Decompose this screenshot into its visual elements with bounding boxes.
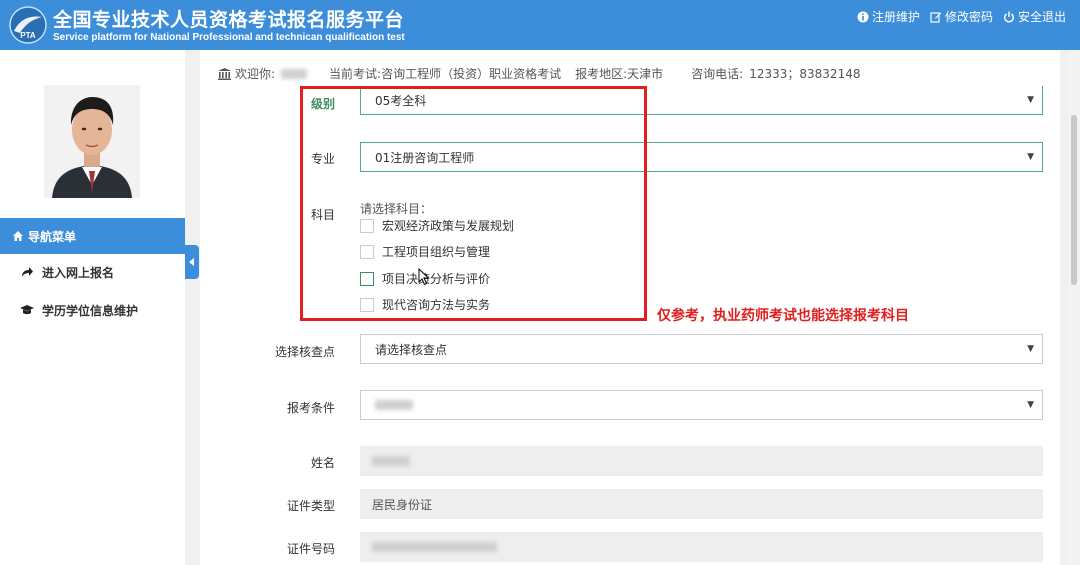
- logo-text: PTA: [20, 31, 36, 40]
- annotation-note: 仅参考，执业药师考试也能选择报考科目: [657, 308, 909, 324]
- id-type-field[interactable]: 居民身份证: [360, 489, 1043, 519]
- phone-value: 12333；83832148: [749, 67, 861, 81]
- mouse-cursor-icon: [418, 268, 430, 286]
- register-maintain-link[interactable]: 注册维护: [857, 8, 920, 25]
- power-icon: [1004, 11, 1014, 22]
- sidebar-item-label: 进入网上报名: [42, 265, 115, 280]
- username-blurred: [281, 68, 308, 79]
- chevron-left-icon: [189, 258, 194, 266]
- logout-label: 安全退出: [1017, 10, 1066, 24]
- logout-link[interactable]: 安全退出: [1003, 8, 1066, 25]
- change-password-link[interactable]: 修改密码: [930, 8, 993, 25]
- highlight-box: [300, 86, 647, 321]
- dropdown-arrow-icon: ▼: [1027, 95, 1034, 105]
- welcome-label: 欢迎你:: [235, 67, 276, 81]
- change-password-label: 修改密码: [944, 10, 993, 24]
- name-field[interactable]: [360, 446, 1043, 476]
- platform-subtitle: Service platform for National Profession…: [53, 32, 405, 43]
- bank-icon: [218, 67, 231, 80]
- current-exam-label: 当前考试:: [329, 67, 382, 81]
- page-scrollbar[interactable]: [1068, 50, 1080, 565]
- app-header: PTA 全国专业技术人员资格考试报名服务平台 Service platform …: [0, 0, 1080, 50]
- id-type-value: 居民身份证: [372, 497, 433, 512]
- phone-label: 咨询电话:: [691, 67, 744, 81]
- condition-select[interactable]: ▼: [360, 390, 1043, 420]
- graduation-cap-icon: [20, 305, 34, 315]
- edit-icon: [930, 11, 942, 23]
- sidebar-collapse-toggle[interactable]: [185, 245, 199, 279]
- name-label: 姓名: [310, 456, 335, 470]
- region-label: 报考地区:: [575, 67, 628, 81]
- checkpoint-select[interactable]: 请选择核查点 ▼: [360, 334, 1043, 364]
- nav-menu-title: 导航菜单: [28, 229, 77, 244]
- region-value: 天津市: [627, 67, 664, 81]
- dropdown-arrow-icon: ▼: [1027, 344, 1034, 354]
- checkpoint-value: 请选择核查点: [375, 342, 448, 357]
- user-avatar: [44, 85, 140, 198]
- pta-logo-icon: PTA: [9, 6, 47, 44]
- sidebar-item-label: 学历学位信息维护: [42, 303, 139, 318]
- checkpoint-label: 选择核查点: [274, 345, 335, 359]
- condition-label: 报考条件: [286, 401, 335, 415]
- name-value-blurred: [372, 456, 410, 466]
- id-type-label: 证件类型: [286, 499, 335, 513]
- header-links: 注册维护 修改密码 安全退出: [857, 8, 1066, 25]
- sidebar-item-online-registration[interactable]: 进入网上报名: [0, 254, 185, 290]
- sidebar: 导航菜单 进入网上报名 学历学位信息维护: [0, 50, 185, 565]
- scroll-thumb[interactable]: [1071, 115, 1077, 285]
- dropdown-arrow-icon: ▼: [1027, 152, 1034, 162]
- home-icon: [13, 231, 23, 241]
- platform-title: 全国专业技术人员资格考试报名服务平台: [53, 9, 405, 31]
- dropdown-arrow-icon: ▼: [1027, 400, 1034, 410]
- nav-menu-header: 导航菜单: [0, 218, 185, 254]
- sidebar-item-degree-info[interactable]: 学历学位信息维护: [0, 292, 185, 328]
- current-exam-value: 咨询工程师（投资）职业资格考试: [381, 67, 562, 81]
- info-icon: [857, 11, 869, 22]
- id-number-value-blurred: [372, 542, 497, 552]
- register-maintain-label: 注册维护: [871, 10, 920, 24]
- id-number-label: 证件号码: [286, 542, 335, 556]
- info-bar: 欢迎你: 当前考试: 咨询工程师（投资）职业资格考试 报考地区: 天津市 咨询电…: [218, 65, 860, 82]
- condition-value-blurred: [375, 400, 413, 410]
- id-number-field[interactable]: [360, 532, 1043, 562]
- share-arrow-icon: [22, 267, 33, 277]
